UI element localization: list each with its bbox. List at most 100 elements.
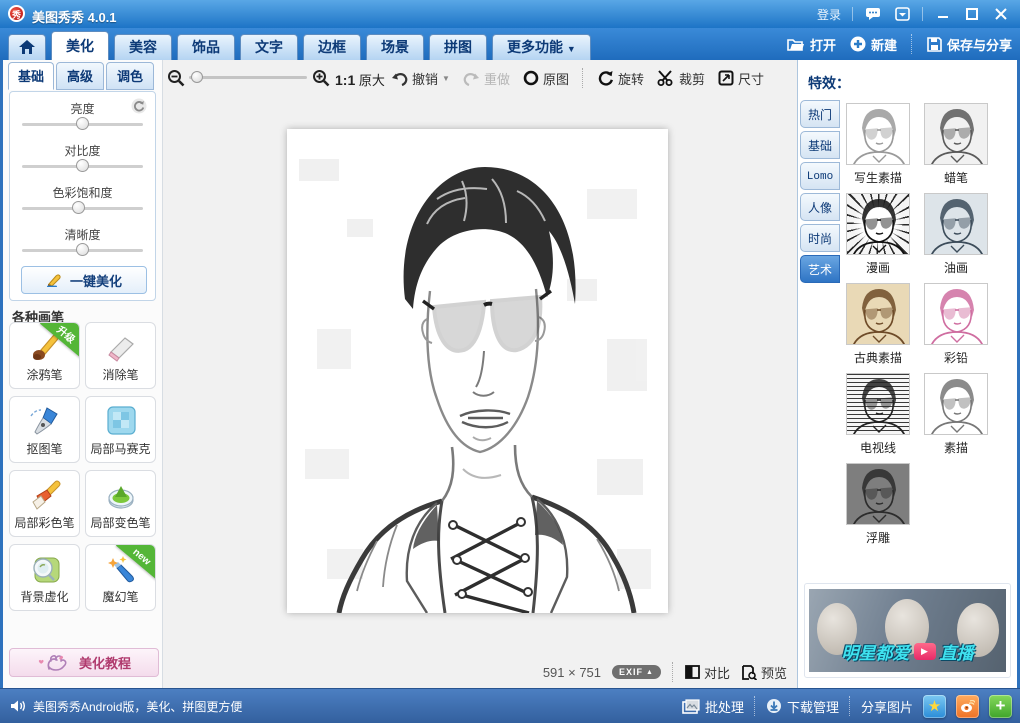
brush-background-blur[interactable]: 背景虚化: [9, 544, 80, 611]
brush-local-mosaic[interactable]: 局部马赛克: [85, 396, 156, 463]
effect-thumbnail[interactable]: [846, 373, 910, 435]
canvas-zoom-slider[interactable]: [189, 76, 307, 79]
brush-eraser-pen[interactable]: 消除笔: [85, 322, 156, 389]
maximize-button[interactable]: [963, 5, 981, 23]
effect-thumbnail[interactable]: [924, 283, 988, 345]
ad-banner[interactable]: 明星都爱 ▶ 直播: [809, 589, 1006, 672]
tab-decorate[interactable]: 饰品: [177, 34, 235, 60]
effect-thumbnail[interactable]: [846, 193, 910, 255]
share-pictures-label[interactable]: 分享图片: [861, 697, 913, 716]
saturation-slider[interactable]: [22, 207, 143, 210]
effect-thumbnail[interactable]: [924, 193, 988, 255]
effect-item-sketch[interactable]: 素描: [924, 373, 988, 456]
effect-thumbnail[interactable]: [846, 283, 910, 345]
exif-badge[interactable]: EXIF▲: [612, 665, 661, 679]
ad-play-icon: ▶: [914, 643, 936, 660]
left-tab-advanced[interactable]: 高级: [56, 62, 104, 90]
ad-text: 明星都爱 ▶ 直播: [809, 639, 1006, 664]
brush-magic-pen[interactable]: new 魔幻笔: [85, 544, 156, 611]
tab-scene[interactable]: 场景: [366, 34, 424, 60]
mosaic-icon: [103, 404, 139, 438]
effect-item-crayon[interactable]: 蜡笔: [924, 103, 988, 186]
saturation-knob[interactable]: [72, 201, 85, 214]
tab-retouch[interactable]: 美容: [114, 34, 172, 60]
open-button[interactable]: 打开: [787, 35, 836, 54]
skin-menu-icon[interactable]: [893, 5, 911, 23]
minimize-button[interactable]: [934, 5, 952, 23]
effect-thumbnail[interactable]: [846, 103, 910, 165]
left-panel: 基础 高级 调色 亮度 对比度 色彩饱和度 清晰度 一键美化 各种画笔: [3, 60, 163, 688]
new-button[interactable]: 新建: [850, 35, 897, 54]
titlebar: 秀 美图秀秀 4.0.1 登录: [0, 0, 1020, 28]
effect-item-color-pencil[interactable]: 彩铅: [924, 283, 988, 366]
brush-local-color-pen[interactable]: 局部彩色笔: [9, 470, 80, 537]
effect-thumbnail[interactable]: [924, 373, 988, 435]
resize-button[interactable]: 尺寸: [718, 69, 764, 88]
tab-frame[interactable]: 边框: [303, 34, 361, 60]
batch-process-button[interactable]: 批处理: [682, 697, 744, 716]
save-share-button[interactable]: 保存与分享: [927, 35, 1012, 54]
brightness-knob[interactable]: [76, 117, 89, 130]
effect-item-sketch-live[interactable]: 写生素描: [846, 103, 910, 186]
download-manager-button[interactable]: 下载管理: [766, 697, 839, 716]
weibo-share-icon[interactable]: [956, 695, 979, 718]
effect-tab-hot[interactable]: 热门: [800, 100, 840, 128]
photo-preview[interactable]: [287, 129, 668, 613]
bottombar-separator: [754, 696, 756, 716]
brush-cutout-pen[interactable]: 抠图笔: [9, 396, 80, 463]
close-button[interactable]: [992, 5, 1010, 23]
effect-item-tv-lines[interactable]: 电视线: [846, 373, 910, 456]
contrast-slider[interactable]: [22, 165, 143, 168]
effect-tab-portrait[interactable]: 人像: [800, 193, 840, 221]
canvas-zoom-knob[interactable]: [191, 71, 203, 83]
preview-button[interactable]: 预览: [741, 663, 787, 682]
qzone-share-icon[interactable]: ★: [923, 695, 946, 718]
effect-thumbnail[interactable]: [846, 463, 910, 525]
left-tab-tone[interactable]: 调色: [106, 62, 154, 90]
more-share-icon[interactable]: +: [989, 695, 1012, 718]
effect-item-relief[interactable]: 浮雕: [846, 463, 910, 546]
bottombar-separator: [849, 696, 851, 716]
crop-button[interactable]: 裁剪: [657, 69, 705, 88]
contrast-knob[interactable]: [76, 159, 89, 172]
effect-tab-basic[interactable]: 基础: [800, 131, 840, 159]
effect-tab-fashion[interactable]: 时尚: [800, 224, 840, 252]
slider-label-clarity: 清晰度: [10, 226, 155, 243]
eraser-icon: [103, 330, 139, 364]
brightness-slider[interactable]: [22, 123, 143, 126]
effect-item-classic-sketch[interactable]: 古典素描: [846, 283, 910, 366]
slider-label-contrast: 对比度: [10, 142, 155, 159]
zoom-in-icon[interactable]: [312, 69, 330, 87]
ad-card: 明星都爱 ▶ 直播: [804, 583, 1011, 678]
view-original-button[interactable]: 原图: [523, 69, 569, 88]
brush-doodle-pen[interactable]: 升级 涂鸦笔: [9, 322, 80, 389]
paint-bucket-icon: [103, 478, 139, 512]
tab-text[interactable]: 文字: [240, 34, 298, 60]
canvas-toolbar: 1:1 原大 撤销 ▼ 重做 原图 旋转: [163, 60, 797, 96]
undo-dropdown-icon[interactable]: ▼: [442, 74, 450, 83]
effect-thumbnail[interactable]: [924, 103, 988, 165]
clarity-slider[interactable]: [22, 249, 143, 252]
brush-local-recolor-pen[interactable]: 局部变色笔: [85, 470, 156, 537]
tab-home[interactable]: [8, 34, 46, 60]
tab-beautify[interactable]: 美化: [51, 31, 109, 60]
effects-header: 特效：: [808, 73, 850, 93]
notice-text[interactable]: 美图秀秀Android版，美化、拼图更方便: [33, 698, 242, 715]
slider-label-brightness: 亮度: [10, 100, 155, 117]
tab-more-features[interactable]: 更多功能 ▼: [492, 34, 591, 60]
fit-original-size-button[interactable]: 1:1 原大: [335, 70, 385, 89]
undo-button[interactable]: 撤销 ▼: [391, 69, 450, 88]
effect-item-comic[interactable]: 漫画: [846, 193, 910, 276]
tab-collage[interactable]: 拼图: [429, 34, 487, 60]
login-link[interactable]: 登录: [817, 6, 841, 23]
compare-button[interactable]: 对比: [685, 663, 730, 682]
effect-item-oil-painting[interactable]: 油画: [924, 193, 988, 276]
left-tab-basic[interactable]: 基础: [8, 62, 54, 90]
redo-button[interactable]: 重做: [463, 69, 510, 88]
beautify-tutorial-button[interactable]: 美化教程: [9, 648, 159, 677]
zoom-out-icon[interactable]: [167, 69, 185, 87]
clarity-knob[interactable]: [76, 243, 89, 256]
rotate-button[interactable]: 旋转: [597, 69, 644, 88]
feedback-icon[interactable]: [864, 5, 882, 23]
one-click-beautify-button[interactable]: 一键美化: [21, 266, 147, 294]
